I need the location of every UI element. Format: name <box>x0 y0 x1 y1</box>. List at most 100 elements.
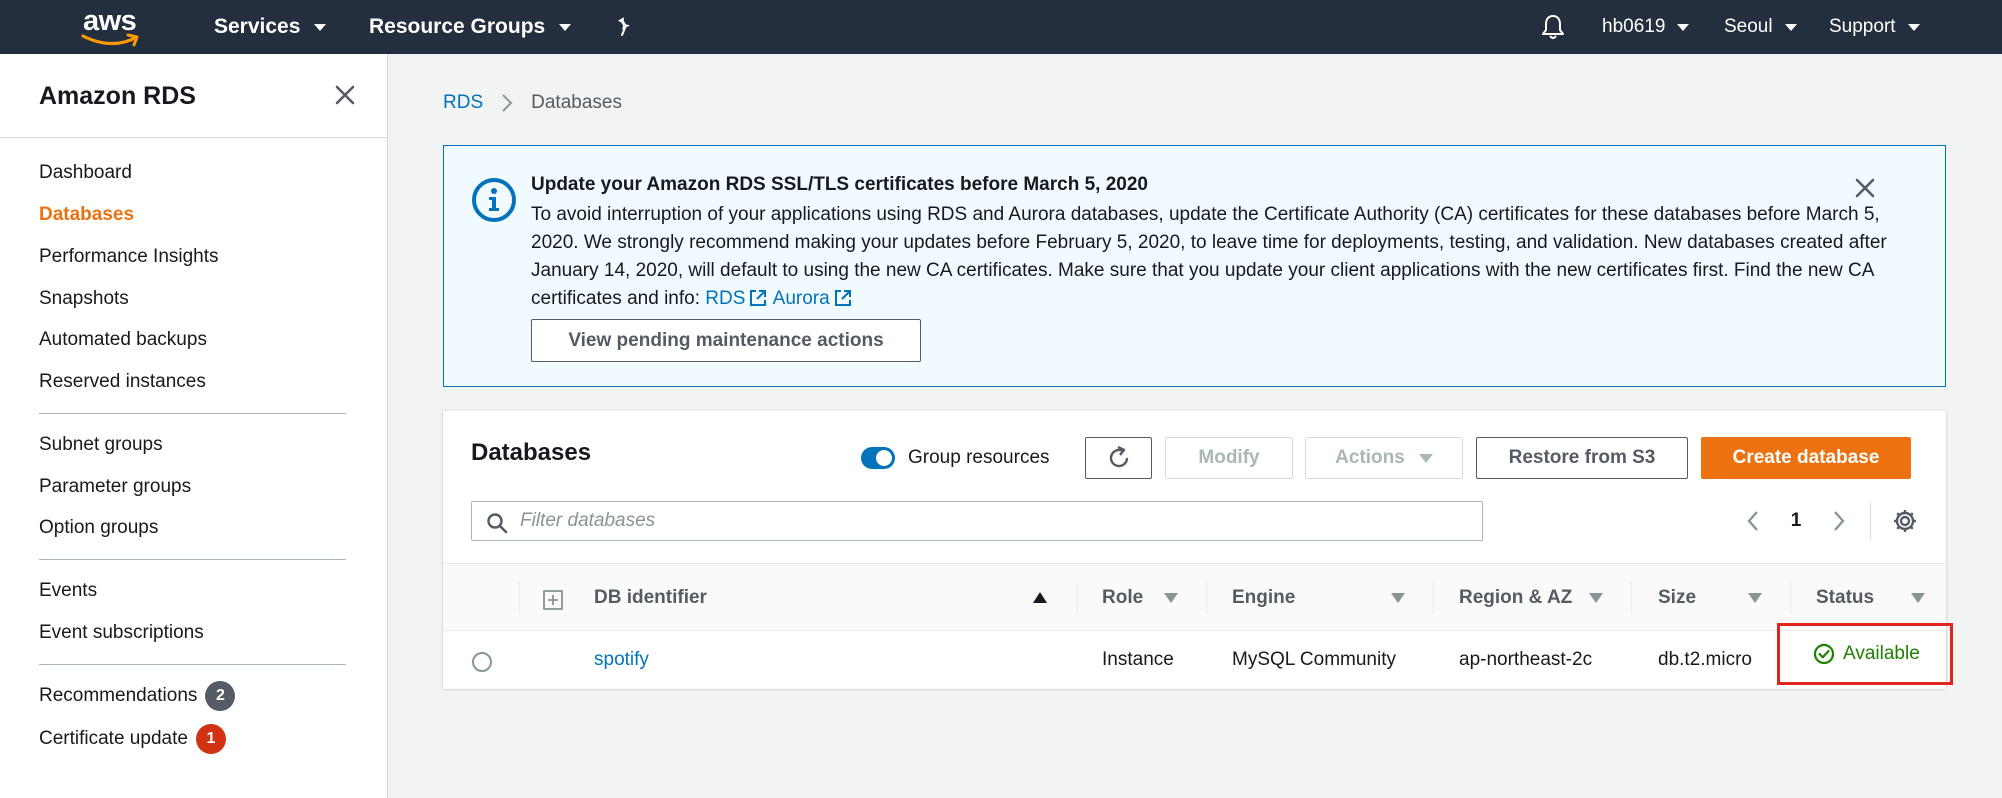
column-divider <box>519 582 520 614</box>
table-row[interactable]: spotify Instance MySQL Community ap-nort… <box>443 631 1946 689</box>
top-navigation: aws Services Resource Groups hb0619 Seou… <box>0 0 2002 54</box>
group-resources-toggle[interactable] <box>861 447 895 469</box>
sort-icon[interactable] <box>1911 593 1925 603</box>
column-size[interactable]: Size <box>1658 564 1696 632</box>
expand-all-icon[interactable] <box>543 590 563 610</box>
chevron-down-icon <box>1784 23 1797 31</box>
pin-button[interactable] <box>614 0 636 54</box>
restore-from-s3-button[interactable]: Restore from S3 <box>1476 437 1688 479</box>
resource-groups-menu[interactable]: Resource Groups <box>369 0 572 54</box>
column-role[interactable]: Role <box>1102 564 1143 632</box>
account-menu[interactable]: hb0619 <box>1602 0 1690 54</box>
sidebar-item-label: Automated backups <box>39 329 207 350</box>
sidebar-item-certificate-update[interactable]: Certificate update 1 <box>39 724 226 754</box>
create-database-button[interactable]: Create database <box>1701 437 1911 479</box>
sort-icon[interactable] <box>1589 593 1603 603</box>
modify-button[interactable]: Modify <box>1165 437 1293 479</box>
sidebar-item-recommendations[interactable]: Recommendations 2 <box>39 681 236 711</box>
region-menu[interactable]: Seoul <box>1724 0 1797 54</box>
column-divider <box>1631 582 1632 614</box>
sort-icon[interactable] <box>1164 593 1178 603</box>
alert-body: To avoid interruption of your applicatio… <box>531 201 1926 313</box>
chevron-right-icon[interactable] <box>1831 509 1847 533</box>
chevron-left-icon[interactable] <box>1745 509 1761 533</box>
sidebar-item-subnet-groups[interactable]: Subnet groups <box>39 430 163 460</box>
restore-label: Restore from S3 <box>1508 447 1656 468</box>
sidebar-item-snapshots[interactable]: Snapshots <box>39 284 129 314</box>
status-highlight-box: Available <box>1777 623 1953 685</box>
column-db-identifier[interactable]: DB identifier <box>594 564 707 632</box>
sort-ascending-icon[interactable] <box>1033 592 1047 603</box>
rds-certificates-link[interactable]: RDS <box>705 288 772 309</box>
sidebar-divider <box>39 559 346 560</box>
aws-logo[interactable]: aws <box>80 5 144 49</box>
breadcrumb-current: Databases <box>531 92 622 113</box>
count-badge: 2 <box>205 681 236 711</box>
sidebar-item-label: Reserved instances <box>39 371 206 392</box>
sidebar-item-label: Recommendations <box>39 685 198 706</box>
pager-divider <box>1870 503 1871 539</box>
sort-icon[interactable] <box>1391 593 1405 603</box>
column-divider <box>1077 582 1078 614</box>
services-menu[interactable]: Services <box>214 0 327 54</box>
gear-icon[interactable] <box>1892 508 1918 534</box>
cell-db-identifier: spotify <box>594 631 649 689</box>
filter-databases-input[interactable] <box>518 506 1468 536</box>
sidebar-item-label: Option groups <box>39 517 159 538</box>
cell-status: Available <box>1813 626 1920 682</box>
resource-groups-label: Resource Groups <box>369 15 546 38</box>
filter-box <box>471 501 1483 541</box>
row-select-radio[interactable] <box>472 652 492 672</box>
databases-panel: Databases Group resources Modify Actions… <box>443 410 1946 689</box>
breadcrumb-rds-link[interactable]: RDS <box>443 92 483 114</box>
rds-link-label: RDS <box>705 288 746 309</box>
sidebar-item-performance-insights[interactable]: Performance Insights <box>39 242 219 272</box>
close-icon[interactable] <box>334 84 356 106</box>
region-label: Seoul <box>1724 16 1773 37</box>
sidebar-item-event-subscriptions[interactable]: Event subscriptions <box>39 618 204 648</box>
db-identifier-link[interactable]: spotify <box>594 649 649 671</box>
sidebar-item-label: Performance Insights <box>39 246 219 267</box>
close-icon[interactable] <box>1854 177 1876 199</box>
notifications-button[interactable] <box>1540 0 1566 54</box>
support-menu[interactable]: Support <box>1829 0 1920 54</box>
column-divider <box>1206 582 1207 614</box>
pin-icon <box>617 17 630 36</box>
group-resources-label: Group resources <box>908 447 1050 468</box>
cell-region-az: ap-northeast-2c <box>1459 649 1593 670</box>
sidebar-title: Amazon RDS <box>39 82 196 110</box>
chevron-down-icon <box>314 23 327 31</box>
panel-title: Databases <box>471 439 592 466</box>
sidebar-item-parameter-groups[interactable]: Parameter groups <box>39 472 191 502</box>
sort-icon[interactable] <box>1748 593 1762 603</box>
chevron-down-icon <box>559 23 572 31</box>
sidebar-divider <box>39 413 346 414</box>
external-link-icon <box>750 290 767 306</box>
actions-label: Actions <box>1335 447 1405 468</box>
external-link-icon <box>834 290 851 306</box>
caret-down-icon <box>1418 453 1433 463</box>
cell-role: Instance <box>1102 649 1174 670</box>
modify-label: Modify <box>1198 447 1260 468</box>
table-header: DB identifier Role Engine Region & AZ Si… <box>443 563 1946 631</box>
count-badge: 1 <box>195 724 226 754</box>
sidebar-item-automated-backups[interactable]: Automated backups <box>39 325 207 355</box>
column-status[interactable]: Status <box>1816 564 1874 632</box>
sidebar-item-option-groups[interactable]: Option groups <box>39 513 158 543</box>
sidebar-item-reserved-instances[interactable]: Reserved instances <box>39 367 206 397</box>
aurora-certificates-link[interactable]: Aurora <box>773 288 852 309</box>
refresh-icon <box>1109 445 1128 468</box>
services-label: Services <box>214 15 301 38</box>
column-region-az[interactable]: Region & AZ <box>1459 564 1572 632</box>
actions-dropdown[interactable]: Actions <box>1305 437 1463 479</box>
sidebar-item-databases[interactable]: Databases <box>39 200 134 230</box>
column-engine[interactable]: Engine <box>1232 564 1295 632</box>
page-number[interactable]: 1 <box>1786 507 1806 535</box>
sidebar-header: Amazon RDS <box>0 54 387 138</box>
view-pending-maintenance-button[interactable]: View pending maintenance actions <box>531 319 921 362</box>
sidebar-item-events[interactable]: Events <box>39 576 97 606</box>
sidebar-item-dashboard[interactable]: Dashboard <box>39 158 132 188</box>
refresh-button[interactable] <box>1085 437 1152 479</box>
sidebar-item-label: Subnet groups <box>39 434 163 455</box>
cell-size: db.t2.micro <box>1658 649 1752 670</box>
